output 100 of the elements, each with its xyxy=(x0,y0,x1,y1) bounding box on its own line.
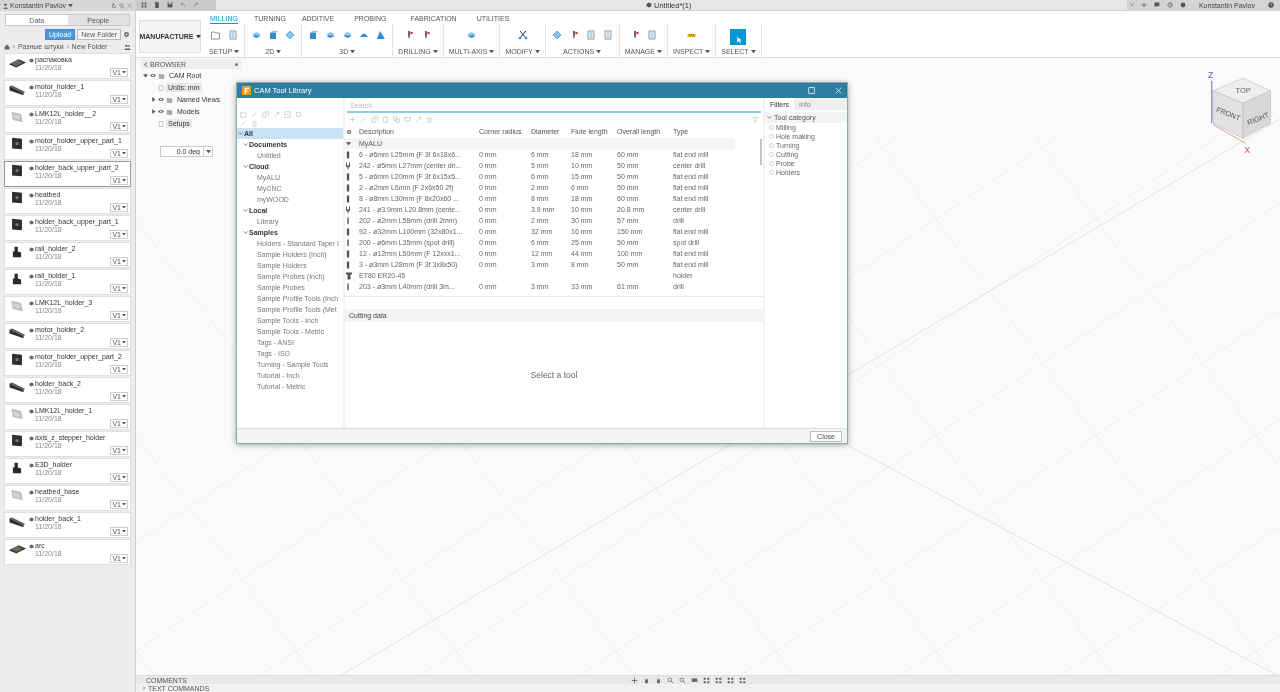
tool-button[interactable] xyxy=(730,29,747,45)
end-mill-icon xyxy=(346,227,350,236)
chevron-right-icon xyxy=(65,44,70,49)
caret-icon xyxy=(122,340,126,344)
pencil-icon xyxy=(360,115,367,123)
monitor-icon xyxy=(404,115,411,123)
save-icon[interactable] xyxy=(167,2,173,8)
caret-icon xyxy=(122,421,126,425)
caret-icon xyxy=(122,367,126,371)
zoom-icon[interactable] xyxy=(679,677,686,684)
axis-label: Z xyxy=(1208,70,1214,81)
cube-icon xyxy=(29,543,34,549)
grid-icon[interactable] xyxy=(727,677,734,684)
caret-icon xyxy=(122,97,126,101)
grid-icon[interactable] xyxy=(141,2,147,8)
center-drill-icon xyxy=(346,161,350,170)
select-icon xyxy=(730,29,747,45)
caret-icon xyxy=(122,529,126,533)
clock-icon[interactable] xyxy=(1166,2,1173,8)
export-icon xyxy=(273,111,280,118)
grid-icon[interactable] xyxy=(703,677,710,684)
caret-icon xyxy=(68,3,74,8)
cube-face-label[interactable]: TOP xyxy=(1235,86,1251,96)
center-drill-icon xyxy=(346,205,350,214)
document-icon xyxy=(158,84,164,91)
dropdown-button[interactable] xyxy=(204,146,213,157)
cube-icon xyxy=(29,300,34,306)
expand-caret-icon[interactable] xyxy=(143,73,148,78)
tool-button[interactable] xyxy=(516,29,529,41)
chevron-down-icon xyxy=(238,131,243,136)
tool-button[interactable] xyxy=(307,29,320,41)
grid-icon[interactable] xyxy=(715,677,722,684)
caret-icon xyxy=(122,124,126,128)
copy-icon xyxy=(262,111,269,118)
redo-icon[interactable] xyxy=(193,2,199,8)
caret-icon xyxy=(432,49,438,54)
drill-bit-icon xyxy=(346,216,350,225)
hand-icon[interactable] xyxy=(655,677,662,684)
chat-icon[interactable] xyxy=(1153,2,1160,8)
checkbox[interactable] xyxy=(769,152,774,157)
document-icon xyxy=(585,30,596,40)
cube-icon xyxy=(29,516,34,522)
cube-icon xyxy=(29,84,34,90)
tool-button[interactable] xyxy=(375,29,388,41)
globe-icon[interactable] xyxy=(1179,2,1186,8)
chevron-right-icon xyxy=(12,44,16,49)
caret-icon xyxy=(534,49,540,54)
move-icon[interactable] xyxy=(631,677,638,684)
chevron-down-icon xyxy=(243,142,248,147)
checkbox[interactable] xyxy=(769,125,774,130)
close-icon[interactable] xyxy=(1129,3,1134,7)
expand-caret-icon xyxy=(346,141,351,146)
tool-button[interactable] xyxy=(209,29,222,41)
gear-icon[interactable] xyxy=(123,31,130,38)
search-icon[interactable] xyxy=(119,2,125,9)
checkbox[interactable] xyxy=(769,161,774,166)
chevron-right-icon xyxy=(142,686,146,690)
caret-icon xyxy=(489,49,495,54)
cube-icon xyxy=(29,57,34,63)
document-icon xyxy=(158,120,164,127)
cube-icon xyxy=(29,462,34,468)
cube-icon xyxy=(29,165,34,171)
eye-icon xyxy=(158,109,164,114)
maximize-icon[interactable] xyxy=(808,87,815,94)
cube-icon xyxy=(29,408,34,414)
diamond-icon xyxy=(285,30,296,40)
drill-bit-icon xyxy=(346,282,350,291)
refresh-icon[interactable] xyxy=(111,2,117,9)
home-icon[interactable] xyxy=(4,43,10,50)
cube-icon xyxy=(646,2,652,8)
checkbox[interactable] xyxy=(769,170,774,175)
caret-icon xyxy=(750,49,756,54)
filter-icon xyxy=(752,115,759,123)
diamond-icon xyxy=(551,30,562,40)
grid-icon[interactable] xyxy=(739,677,746,684)
plus-icon[interactable] xyxy=(1140,2,1147,8)
collapse-icon[interactable] xyxy=(143,61,148,67)
file-icon[interactable] xyxy=(154,2,160,8)
checkbox[interactable] xyxy=(769,134,774,139)
caret-icon xyxy=(122,259,126,263)
copy-icon xyxy=(371,115,378,123)
caret-icon xyxy=(350,49,356,54)
cube-icon xyxy=(29,435,34,441)
scrollbar[interactable] xyxy=(760,139,762,165)
tool-button[interactable] xyxy=(267,29,280,41)
help-icon[interactable] xyxy=(1268,2,1274,8)
cone-icon xyxy=(376,30,387,40)
checkbox[interactable] xyxy=(769,143,774,148)
zoom-icon[interactable] xyxy=(667,677,674,684)
caret-icon xyxy=(657,49,662,54)
close-icon[interactable] xyxy=(127,3,132,8)
hand-icon[interactable] xyxy=(643,677,650,684)
part-drawing xyxy=(7,380,27,394)
collapse-caret-icon[interactable] xyxy=(151,109,156,114)
tool-holder-icon xyxy=(346,271,352,280)
caret-icon xyxy=(122,475,126,479)
undo-icon[interactable] xyxy=(180,2,186,8)
cube-icon xyxy=(308,30,319,40)
collapse-caret-icon[interactable] xyxy=(151,97,156,102)
pin-icon[interactable] xyxy=(234,61,239,67)
